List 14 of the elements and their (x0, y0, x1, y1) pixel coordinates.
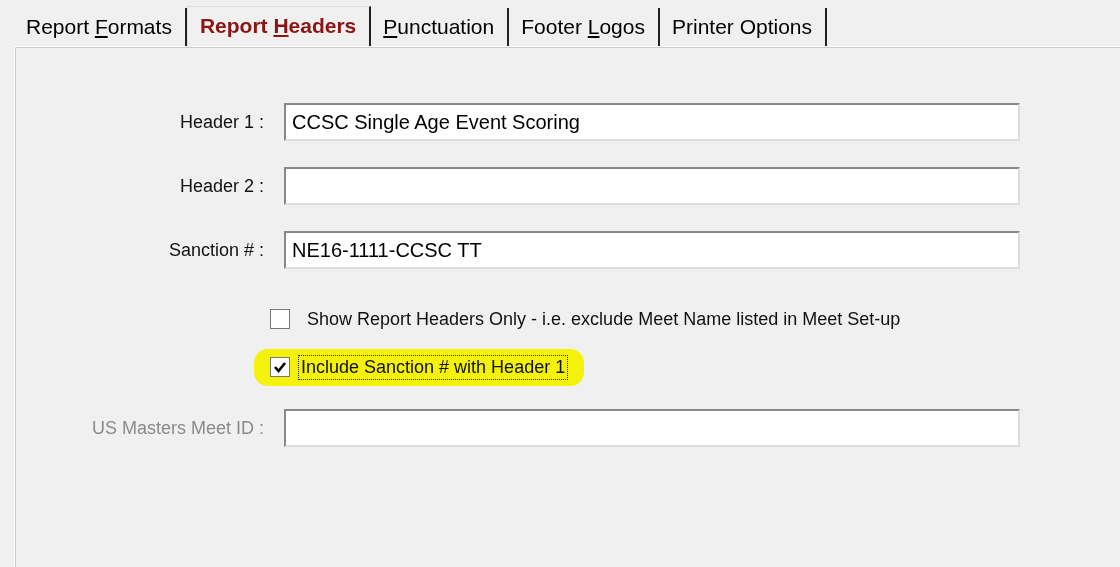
field-label: US Masters Meet ID : (90, 417, 265, 439)
check-icon (273, 360, 287, 374)
checkbox-label[interactable]: Show Report Headers Only - i.e. exclude Meet Name listed in Meet Set-up (304, 306, 904, 332)
field-label: Header 1 : (178, 111, 265, 133)
tab[interactable]: Report Headers (186, 6, 372, 46)
checkbox[interactable] (270, 357, 290, 377)
input-field[interactable] (284, 167, 1020, 205)
field-label: Header 2 : (178, 175, 265, 197)
field-label: Sanction # : (167, 239, 265, 261)
checkbox[interactable] (270, 309, 290, 329)
input-field[interactable] (284, 409, 1020, 447)
checkbox-label[interactable]: Include Sanction # with Header 1 (298, 354, 569, 380)
input-field[interactable]: CCSC Single Age Event Scoring (284, 103, 1020, 141)
input-field[interactable]: NE16-1111-CCSC TT (284, 231, 1020, 269)
